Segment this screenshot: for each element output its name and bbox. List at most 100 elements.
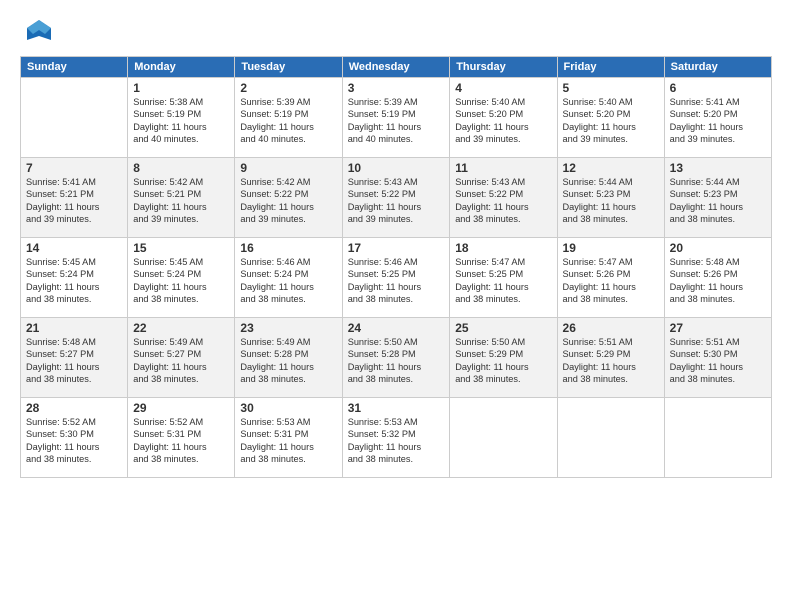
day-info: Sunrise: 5:41 AM Sunset: 5:21 PM Dayligh…	[26, 176, 122, 226]
day-number: 25	[455, 321, 551, 335]
calendar-cell: 15Sunrise: 5:45 AM Sunset: 5:24 PM Dayli…	[128, 238, 235, 318]
day-number: 10	[348, 161, 445, 175]
day-info: Sunrise: 5:40 AM Sunset: 5:20 PM Dayligh…	[455, 96, 551, 146]
day-info: Sunrise: 5:48 AM Sunset: 5:26 PM Dayligh…	[670, 256, 766, 306]
day-info: Sunrise: 5:50 AM Sunset: 5:29 PM Dayligh…	[455, 336, 551, 386]
calendar-cell: 22Sunrise: 5:49 AM Sunset: 5:27 PM Dayli…	[128, 318, 235, 398]
day-number: 6	[670, 81, 766, 95]
day-number: 1	[133, 81, 229, 95]
logo-icon	[23, 16, 55, 48]
day-info: Sunrise: 5:45 AM Sunset: 5:24 PM Dayligh…	[133, 256, 229, 306]
calendar-day-header: Monday	[128, 57, 235, 78]
calendar-cell: 10Sunrise: 5:43 AM Sunset: 5:22 PM Dayli…	[342, 158, 450, 238]
day-number: 14	[26, 241, 122, 255]
day-info: Sunrise: 5:51 AM Sunset: 5:30 PM Dayligh…	[670, 336, 766, 386]
day-number: 4	[455, 81, 551, 95]
calendar-week-row: 14Sunrise: 5:45 AM Sunset: 5:24 PM Dayli…	[21, 238, 772, 318]
calendar-day-header: Thursday	[450, 57, 557, 78]
calendar-cell: 31Sunrise: 5:53 AM Sunset: 5:32 PM Dayli…	[342, 398, 450, 478]
day-info: Sunrise: 5:52 AM Sunset: 5:31 PM Dayligh…	[133, 416, 229, 466]
page: SundayMondayTuesdayWednesdayThursdayFrid…	[0, 0, 792, 612]
calendar-week-row: 21Sunrise: 5:48 AM Sunset: 5:27 PM Dayli…	[21, 318, 772, 398]
day-info: Sunrise: 5:45 AM Sunset: 5:24 PM Dayligh…	[26, 256, 122, 306]
day-info: Sunrise: 5:41 AM Sunset: 5:20 PM Dayligh…	[670, 96, 766, 146]
day-number: 31	[348, 401, 445, 415]
logo	[20, 20, 55, 48]
calendar-day-header: Friday	[557, 57, 664, 78]
day-info: Sunrise: 5:49 AM Sunset: 5:28 PM Dayligh…	[240, 336, 336, 386]
calendar-cell: 19Sunrise: 5:47 AM Sunset: 5:26 PM Dayli…	[557, 238, 664, 318]
calendar-table: SundayMondayTuesdayWednesdayThursdayFrid…	[20, 56, 772, 478]
day-number: 8	[133, 161, 229, 175]
day-info: Sunrise: 5:46 AM Sunset: 5:25 PM Dayligh…	[348, 256, 445, 306]
day-info: Sunrise: 5:42 AM Sunset: 5:22 PM Dayligh…	[240, 176, 336, 226]
calendar-cell	[664, 398, 771, 478]
day-number: 7	[26, 161, 122, 175]
calendar-cell: 20Sunrise: 5:48 AM Sunset: 5:26 PM Dayli…	[664, 238, 771, 318]
day-info: Sunrise: 5:40 AM Sunset: 5:20 PM Dayligh…	[563, 96, 659, 146]
day-number: 26	[563, 321, 659, 335]
day-info: Sunrise: 5:47 AM Sunset: 5:25 PM Dayligh…	[455, 256, 551, 306]
header	[20, 16, 772, 48]
calendar-cell: 2Sunrise: 5:39 AM Sunset: 5:19 PM Daylig…	[235, 78, 342, 158]
day-info: Sunrise: 5:42 AM Sunset: 5:21 PM Dayligh…	[133, 176, 229, 226]
calendar-cell: 17Sunrise: 5:46 AM Sunset: 5:25 PM Dayli…	[342, 238, 450, 318]
day-info: Sunrise: 5:53 AM Sunset: 5:31 PM Dayligh…	[240, 416, 336, 466]
day-info: Sunrise: 5:52 AM Sunset: 5:30 PM Dayligh…	[26, 416, 122, 466]
calendar-cell: 4Sunrise: 5:40 AM Sunset: 5:20 PM Daylig…	[450, 78, 557, 158]
calendar-cell: 21Sunrise: 5:48 AM Sunset: 5:27 PM Dayli…	[21, 318, 128, 398]
day-number: 24	[348, 321, 445, 335]
day-number: 16	[240, 241, 336, 255]
calendar-cell: 5Sunrise: 5:40 AM Sunset: 5:20 PM Daylig…	[557, 78, 664, 158]
calendar-header-row: SundayMondayTuesdayWednesdayThursdayFrid…	[21, 57, 772, 78]
calendar-cell: 23Sunrise: 5:49 AM Sunset: 5:28 PM Dayli…	[235, 318, 342, 398]
calendar-cell: 26Sunrise: 5:51 AM Sunset: 5:29 PM Dayli…	[557, 318, 664, 398]
calendar-day-header: Saturday	[664, 57, 771, 78]
day-info: Sunrise: 5:43 AM Sunset: 5:22 PM Dayligh…	[455, 176, 551, 226]
day-info: Sunrise: 5:44 AM Sunset: 5:23 PM Dayligh…	[670, 176, 766, 226]
calendar-cell: 1Sunrise: 5:38 AM Sunset: 5:19 PM Daylig…	[128, 78, 235, 158]
calendar-cell	[450, 398, 557, 478]
calendar-day-header: Tuesday	[235, 57, 342, 78]
calendar-cell: 28Sunrise: 5:52 AM Sunset: 5:30 PM Dayli…	[21, 398, 128, 478]
calendar-week-row: 7Sunrise: 5:41 AM Sunset: 5:21 PM Daylig…	[21, 158, 772, 238]
day-info: Sunrise: 5:43 AM Sunset: 5:22 PM Dayligh…	[348, 176, 445, 226]
day-number: 15	[133, 241, 229, 255]
calendar-cell	[21, 78, 128, 158]
calendar-cell: 18Sunrise: 5:47 AM Sunset: 5:25 PM Dayli…	[450, 238, 557, 318]
calendar-cell: 12Sunrise: 5:44 AM Sunset: 5:23 PM Dayli…	[557, 158, 664, 238]
day-number: 20	[670, 241, 766, 255]
day-number: 13	[670, 161, 766, 175]
day-info: Sunrise: 5:51 AM Sunset: 5:29 PM Dayligh…	[563, 336, 659, 386]
calendar-cell: 16Sunrise: 5:46 AM Sunset: 5:24 PM Dayli…	[235, 238, 342, 318]
calendar-cell	[557, 398, 664, 478]
calendar-week-row: 1Sunrise: 5:38 AM Sunset: 5:19 PM Daylig…	[21, 78, 772, 158]
calendar-cell: 29Sunrise: 5:52 AM Sunset: 5:31 PM Dayli…	[128, 398, 235, 478]
calendar-day-header: Wednesday	[342, 57, 450, 78]
calendar-day-header: Sunday	[21, 57, 128, 78]
day-number: 30	[240, 401, 336, 415]
calendar-cell: 25Sunrise: 5:50 AM Sunset: 5:29 PM Dayli…	[450, 318, 557, 398]
day-number: 17	[348, 241, 445, 255]
day-info: Sunrise: 5:46 AM Sunset: 5:24 PM Dayligh…	[240, 256, 336, 306]
day-number: 2	[240, 81, 336, 95]
day-info: Sunrise: 5:47 AM Sunset: 5:26 PM Dayligh…	[563, 256, 659, 306]
calendar-cell: 14Sunrise: 5:45 AM Sunset: 5:24 PM Dayli…	[21, 238, 128, 318]
day-number: 21	[26, 321, 122, 335]
day-number: 9	[240, 161, 336, 175]
calendar-cell: 8Sunrise: 5:42 AM Sunset: 5:21 PM Daylig…	[128, 158, 235, 238]
calendar-cell: 3Sunrise: 5:39 AM Sunset: 5:19 PM Daylig…	[342, 78, 450, 158]
day-number: 11	[455, 161, 551, 175]
day-number: 22	[133, 321, 229, 335]
day-number: 29	[133, 401, 229, 415]
day-number: 18	[455, 241, 551, 255]
day-info: Sunrise: 5:38 AM Sunset: 5:19 PM Dayligh…	[133, 96, 229, 146]
calendar-cell: 24Sunrise: 5:50 AM Sunset: 5:28 PM Dayli…	[342, 318, 450, 398]
day-info: Sunrise: 5:39 AM Sunset: 5:19 PM Dayligh…	[348, 96, 445, 146]
calendar-cell: 30Sunrise: 5:53 AM Sunset: 5:31 PM Dayli…	[235, 398, 342, 478]
day-info: Sunrise: 5:48 AM Sunset: 5:27 PM Dayligh…	[26, 336, 122, 386]
calendar-cell: 9Sunrise: 5:42 AM Sunset: 5:22 PM Daylig…	[235, 158, 342, 238]
day-number: 28	[26, 401, 122, 415]
calendar-cell: 13Sunrise: 5:44 AM Sunset: 5:23 PM Dayli…	[664, 158, 771, 238]
day-number: 5	[563, 81, 659, 95]
